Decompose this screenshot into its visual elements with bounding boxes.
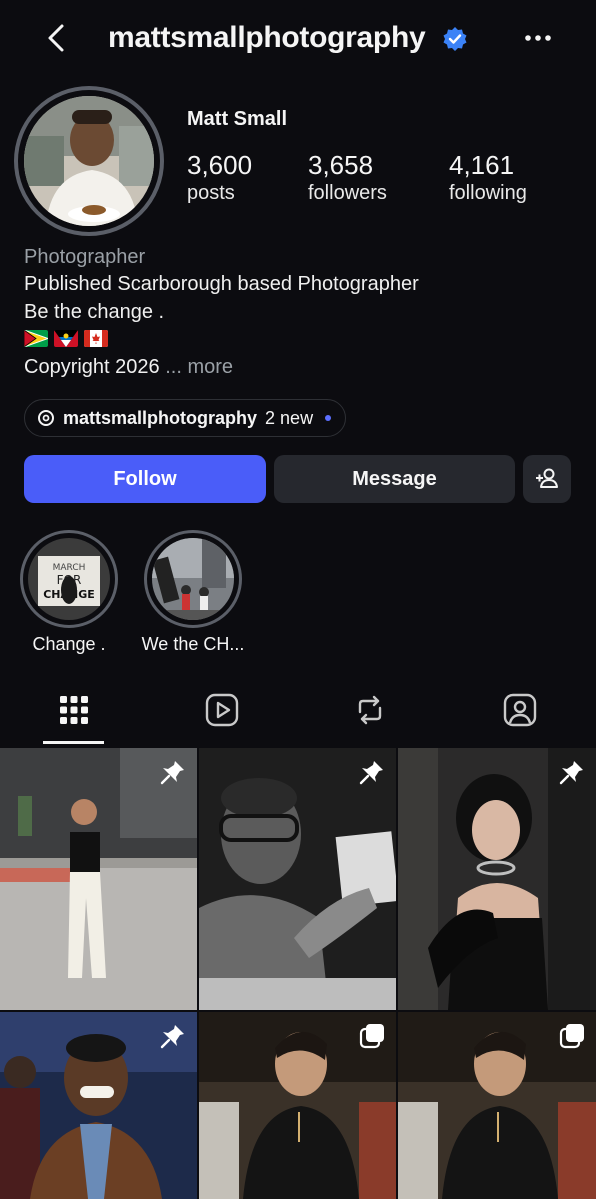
add-person-icon	[536, 468, 558, 488]
pin-icon	[159, 1022, 187, 1050]
tab-reposts[interactable]	[350, 690, 390, 730]
following-label[interactable]: following	[449, 182, 527, 205]
posts-label: posts	[187, 182, 235, 204]
reposts-icon	[358, 695, 382, 725]
guyana-flag-icon	[24, 330, 48, 347]
tagged-icon	[503, 693, 537, 727]
tab-reels[interactable]	[202, 690, 242, 730]
suggest-people-button[interactable]	[523, 455, 571, 503]
tab-tagged[interactable]	[500, 690, 540, 730]
verified-badge-icon	[442, 26, 468, 52]
display-name: Matt Small	[187, 108, 288, 130]
bio-line-2: Be the change .	[24, 301, 165, 323]
grid-post-6[interactable]	[398, 1012, 596, 1199]
active-tab-indicator	[43, 741, 104, 744]
pin-icon	[558, 758, 586, 786]
svg-text:MARCH: MARCH	[53, 563, 86, 573]
more-options-button[interactable]	[520, 24, 556, 52]
threads-handle: mattsmallphotography	[63, 407, 258, 428]
grid-icon	[60, 696, 88, 724]
avatar[interactable]	[24, 96, 154, 226]
pin-icon	[159, 758, 187, 786]
bio-more-link[interactable]: ... more	[165, 356, 233, 378]
chevron-left-icon	[48, 24, 64, 52]
bio-line-1: Published Scarborough based Photographer	[24, 273, 419, 295]
back-button[interactable]	[40, 18, 76, 58]
profile-username: mattsmallphotography	[108, 21, 426, 54]
pin-icon	[358, 758, 386, 786]
followers-count[interactable]: 3,658	[308, 150, 373, 181]
profile-category: Photographer	[24, 246, 146, 268]
multi-photo-icon	[358, 1022, 386, 1050]
followers-label[interactable]: followers	[308, 182, 387, 205]
grid-post-1[interactable]	[0, 748, 197, 1010]
new-dot-icon	[325, 415, 332, 421]
grid-post-2[interactable]	[199, 748, 396, 1010]
grid-post-5[interactable]	[199, 1012, 396, 1199]
bio-copyright: Copyright 2026	[24, 356, 160, 378]
highlight-we-the-ch-cover[interactable]	[152, 538, 234, 620]
message-button[interactable]: Message	[274, 455, 515, 503]
threads-icon	[38, 410, 54, 426]
highlight-change-cover[interactable]: MARCH FOR CHANGE	[28, 538, 110, 620]
ellipsis-icon	[525, 35, 551, 41]
threads-new-count: 2 new	[265, 407, 314, 428]
posts-count: 3,600	[187, 150, 253, 180]
following-count[interactable]: 4,161	[449, 150, 514, 181]
canada-flag-icon	[84, 330, 108, 347]
highlight-we-the-ch-label[interactable]: We the CH...	[133, 634, 253, 655]
grid-post-3[interactable]	[398, 748, 596, 1010]
follow-button[interactable]: Follow	[24, 455, 266, 503]
bio-flags	[24, 330, 108, 347]
multi-photo-icon	[558, 1022, 586, 1050]
antigua-flag-icon	[54, 330, 78, 347]
grid-post-4[interactable]	[0, 1012, 197, 1199]
threads-badge[interactable]: mattsmallphotography 2 new	[24, 399, 347, 437]
highlight-change-label[interactable]: Change .	[9, 634, 129, 655]
tab-posts-grid[interactable]	[54, 690, 94, 730]
reels-icon	[205, 693, 239, 727]
